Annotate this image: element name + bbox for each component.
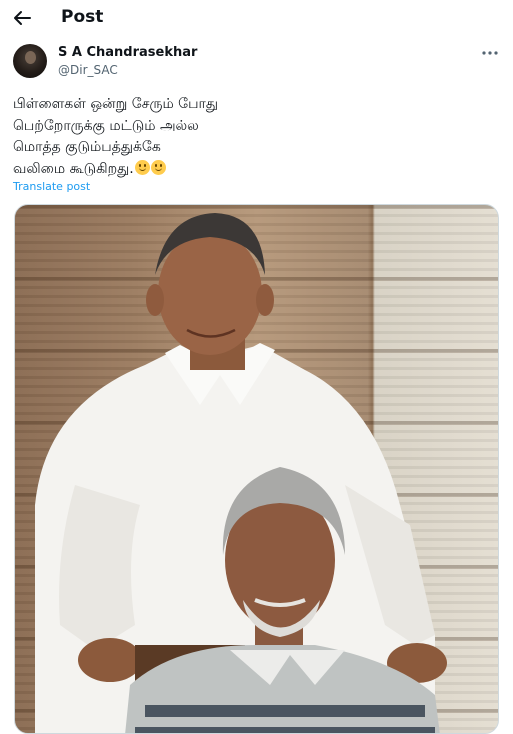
smiling-face-icon: [150, 159, 166, 175]
back-arrow-icon[interactable]: [10, 6, 34, 30]
post-text-line: மொத்த குடும்பத்துக்கே: [13, 139, 161, 155]
post-text-line: பெற்றோருக்கு மட்டும் அல்ல: [13, 117, 199, 134]
more-icon[interactable]: [480, 43, 500, 63]
post-text-line: வலிமை கூடுகிறது.: [13, 160, 134, 177]
photo-illustration: [35, 213, 447, 733]
author-handle[interactable]: @Dir_SAC: [58, 63, 118, 78]
page-title: Post: [61, 7, 104, 27]
smiling-face-icon: [134, 159, 150, 175]
post-text: பிள்ளைகள் ஒன்று சேரும் போது பெற்றோருக்கு…: [13, 94, 433, 180]
post-text-line: பிள்ளைகள் ஒன்று சேரும் போது: [13, 96, 218, 112]
avatar[interactable]: [13, 44, 47, 78]
top-bar: Post: [0, 0, 513, 36]
translate-post-link[interactable]: Translate post: [13, 180, 90, 194]
post-photo[interactable]: [14, 204, 499, 734]
author-name[interactable]: S A Chandrasekhar: [58, 45, 197, 61]
